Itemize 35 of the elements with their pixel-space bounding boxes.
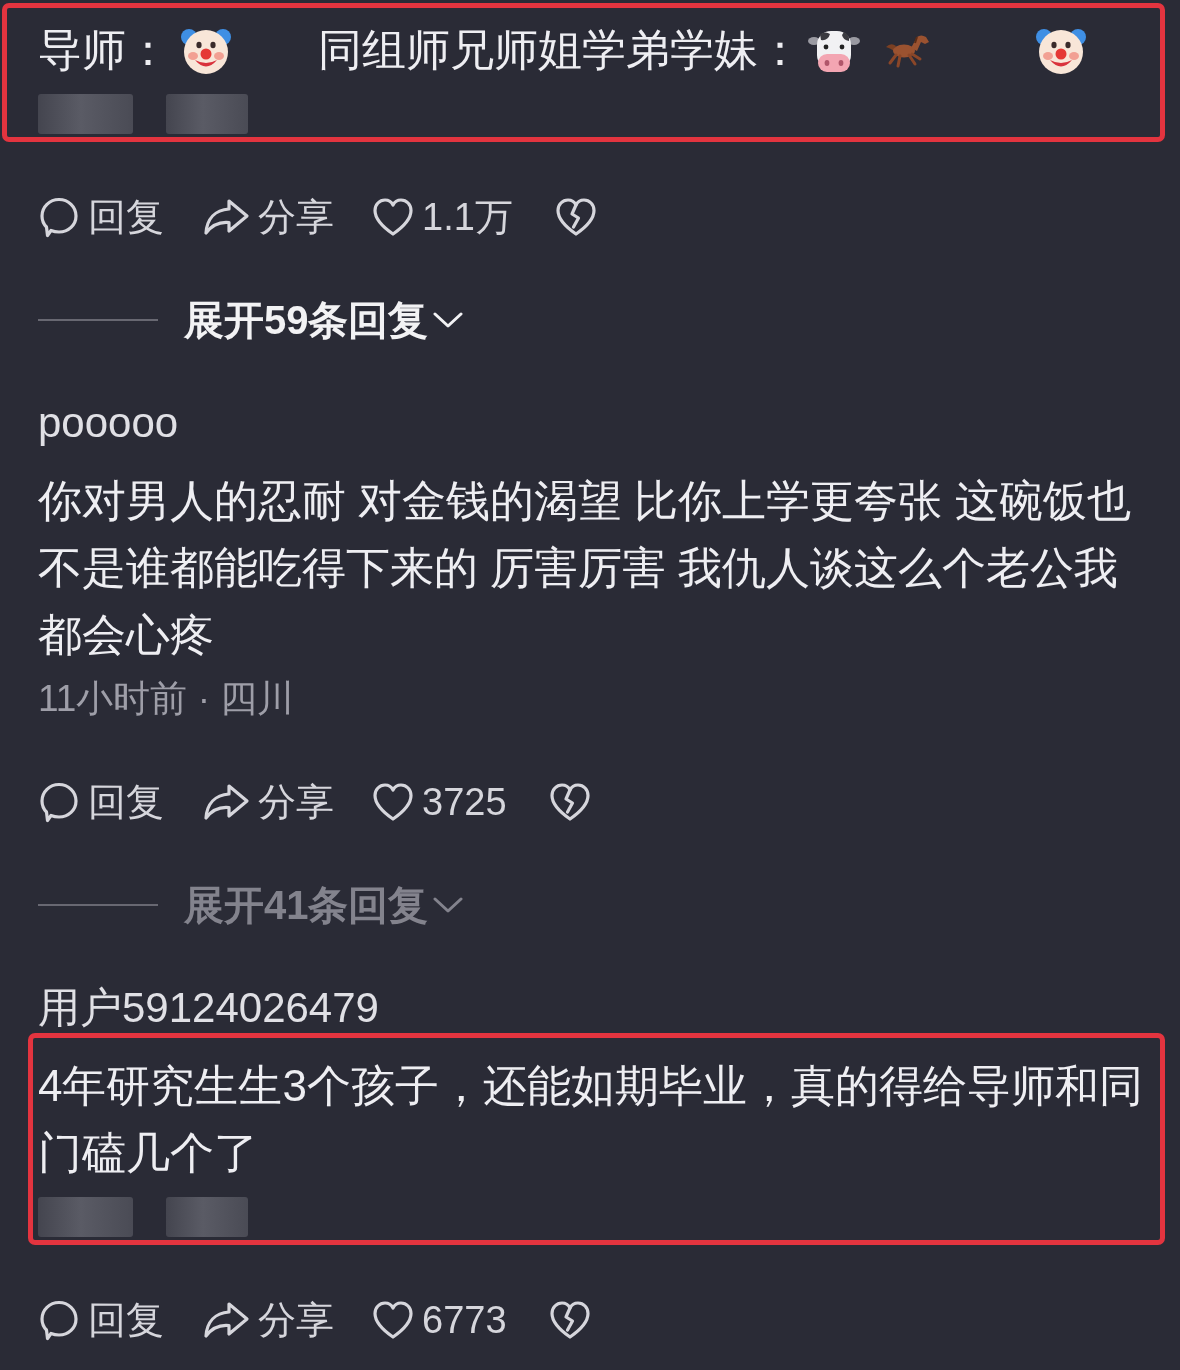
share-button[interactable]: 分享 [202, 1295, 334, 1345]
like-button[interactable]: 6773 [372, 1295, 507, 1345]
expand-replies-button[interactable]: 展开41条回复 [184, 880, 463, 930]
like-button[interactable]: 3725 [372, 777, 507, 827]
share-button[interactable]: 分享 [202, 777, 334, 827]
username[interactable]: 用户59124026479 [38, 983, 1180, 1033]
heart-icon [372, 782, 414, 822]
heart-icon [372, 197, 414, 237]
reply-button[interactable]: 回复 [38, 1295, 164, 1345]
speech-bubble-icon [38, 781, 80, 823]
share-arrow-icon [202, 1300, 250, 1340]
comment-text: 导师： [38, 24, 170, 76]
speech-bubble-icon [38, 1299, 80, 1341]
broken-heart-icon [548, 1300, 591, 1340]
expand-replies-button[interactable]: 展开59条回复 [184, 295, 463, 345]
comment-text: 同组师兄师姐学弟学妹： [318, 24, 802, 76]
comment-text: 4年研究生生3个孩子，还能如期毕业，真的得给导师和同门磕几个了 [38, 1060, 1144, 1179]
comment-meta: 11小时前 · 四川 [38, 678, 295, 720]
share-arrow-icon [202, 782, 250, 822]
comment-text: 你对男人的忍耐 对金钱的渴望 比你上学更夸张 这碗饭也不是谁都能吃得下来的 厉害厉害 我仇人谈这么个老公我都会心疼 [38, 475, 1132, 661]
speech-bubble-icon [38, 196, 80, 238]
share-button[interactable]: 分享 [202, 192, 334, 242]
broken-heart-icon [554, 197, 597, 237]
reply-button[interactable]: 回复 [38, 777, 164, 827]
dislike-button[interactable] [554, 197, 597, 237]
dislike-button[interactable] [548, 782, 591, 822]
dislike-button[interactable] [548, 1300, 591, 1340]
broken-heart-icon [548, 782, 591, 822]
heart-icon [372, 1300, 414, 1340]
share-arrow-icon [202, 197, 250, 237]
chevron-down-icon [432, 311, 463, 329]
reply-button[interactable]: 回复 [38, 192, 164, 242]
chevron-down-icon [432, 896, 463, 914]
username[interactable]: pooooo [38, 398, 1180, 448]
like-button[interactable]: 1.1万 [372, 192, 513, 242]
